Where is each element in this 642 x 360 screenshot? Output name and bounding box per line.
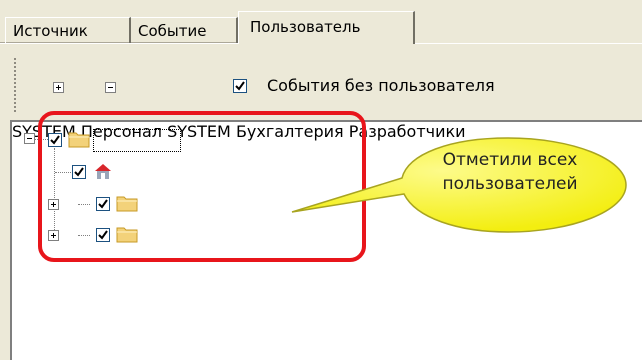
no-user-events-label: События без пользователя — [267, 76, 495, 95]
no-user-events-checkbox[interactable] — [233, 79, 247, 93]
filter-panel: Источник Событие Пользователь События бе… — [0, 0, 642, 360]
tab-source[interactable]: Источник — [5, 17, 131, 43]
minus-icon — [108, 87, 113, 88]
toolbar-grip[interactable] — [14, 58, 16, 112]
minus-icon — [27, 138, 32, 139]
tree-collapse-toggle[interactable] — [24, 133, 35, 144]
expand-all-button[interactable] — [53, 82, 64, 93]
tab-event[interactable]: Событие — [131, 17, 238, 43]
tab-user[interactable]: Пользователь — [238, 11, 415, 44]
callout-bubble: Отметили всех пользователей — [290, 134, 642, 236]
plus-icon-stem — [58, 85, 59, 90]
checkmark-icon — [235, 81, 245, 91]
callout-line-1: Отметили всех — [442, 150, 578, 170]
callout-text: Отметили всех пользователей — [410, 148, 610, 196]
collapse-all-button[interactable] — [105, 82, 116, 93]
callout-line-2: пользователей — [442, 174, 578, 194]
